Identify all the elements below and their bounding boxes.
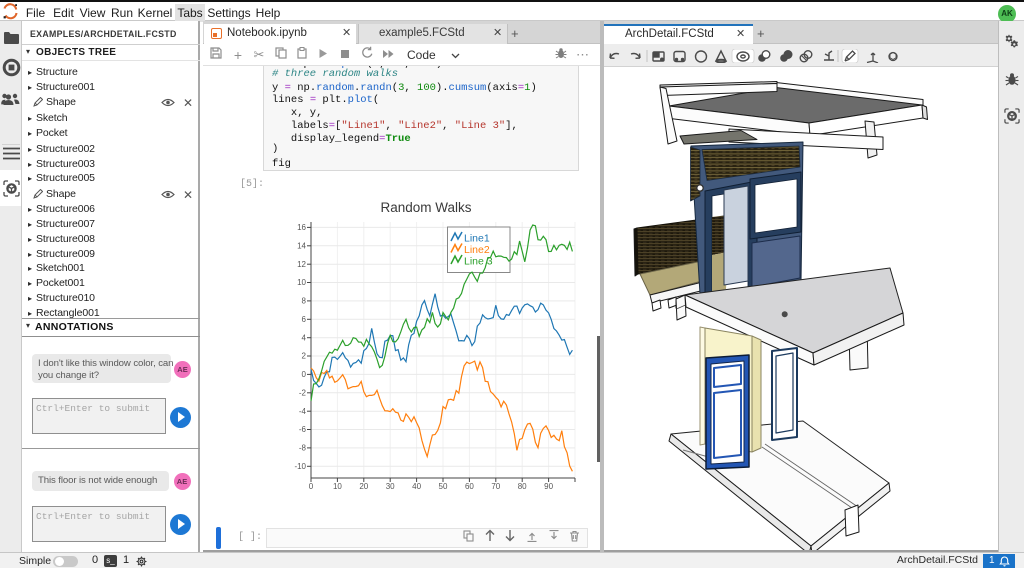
svg-text:80: 80	[518, 482, 527, 491]
svg-text:2: 2	[302, 352, 307, 361]
svg-text:-8: -8	[299, 444, 307, 453]
svg-text:70: 70	[491, 482, 500, 491]
svg-text:0: 0	[309, 482, 314, 491]
svg-text:-6: -6	[299, 425, 307, 434]
svg-text:30: 30	[386, 482, 395, 491]
svg-text:-2: -2	[299, 388, 307, 397]
svg-text:8: 8	[302, 297, 307, 306]
svg-text:90: 90	[544, 482, 553, 491]
svg-text:14: 14	[297, 241, 306, 250]
svg-text:Random Walks: Random Walks	[380, 200, 471, 215]
svg-text:10: 10	[297, 278, 306, 287]
svg-text:12: 12	[297, 260, 306, 269]
svg-text:4: 4	[302, 333, 307, 342]
svg-text:60: 60	[465, 482, 474, 491]
svg-text:16: 16	[297, 223, 306, 232]
svg-text:6: 6	[302, 315, 307, 324]
svg-text:40: 40	[412, 482, 421, 491]
svg-text:Line2: Line2	[464, 244, 490, 256]
svg-text:20: 20	[359, 482, 368, 491]
svg-text:50: 50	[439, 482, 448, 491]
svg-text:-10: -10	[294, 462, 306, 471]
svg-text:-4: -4	[299, 407, 307, 416]
svg-text:0: 0	[302, 370, 307, 379]
svg-text:10: 10	[333, 482, 342, 491]
svg-text:Line1: Line1	[464, 233, 490, 245]
